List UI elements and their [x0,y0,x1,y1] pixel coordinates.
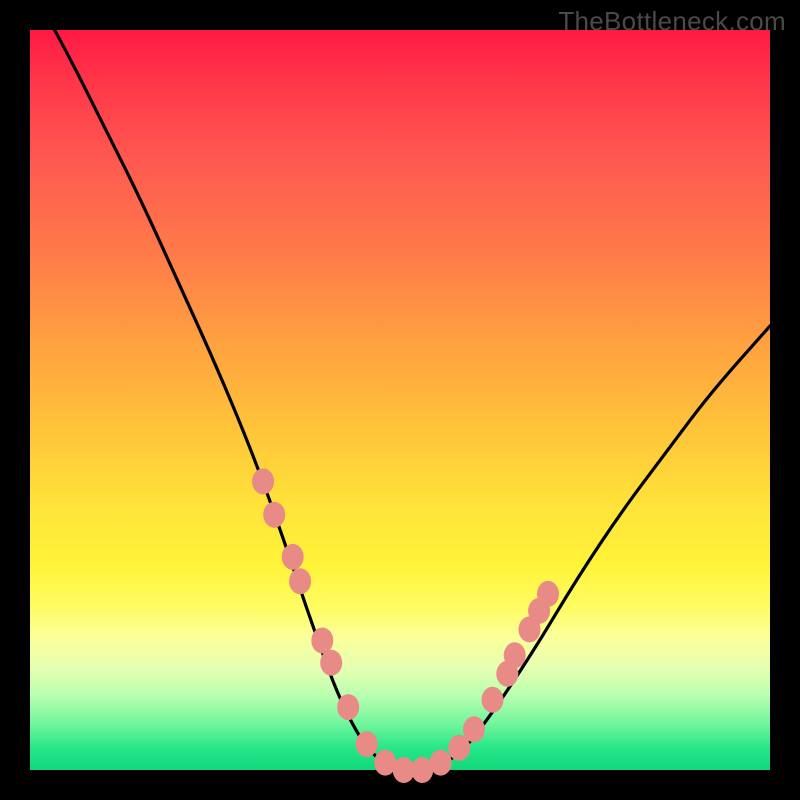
curve-marker-dot [289,568,311,594]
curve-markers [252,468,559,783]
curve-marker-dot [311,628,333,654]
curve-marker-dot [252,468,274,494]
curve-marker-dot [430,750,452,776]
chart-frame: TheBottleneck.com [0,0,800,800]
plot-area [30,30,770,770]
bottleneck-curve [30,0,770,770]
curve-marker-dot [537,581,559,607]
curve-marker-dot [320,650,342,676]
curve-marker-dot [282,544,304,570]
curve-marker-dot [482,687,504,713]
curve-marker-dot [504,642,526,668]
curve-marker-dot [463,716,485,742]
curve-marker-dot [263,502,285,528]
curve-marker-dot [356,731,378,757]
curve-layer [30,30,770,770]
curve-marker-dot [337,694,359,720]
